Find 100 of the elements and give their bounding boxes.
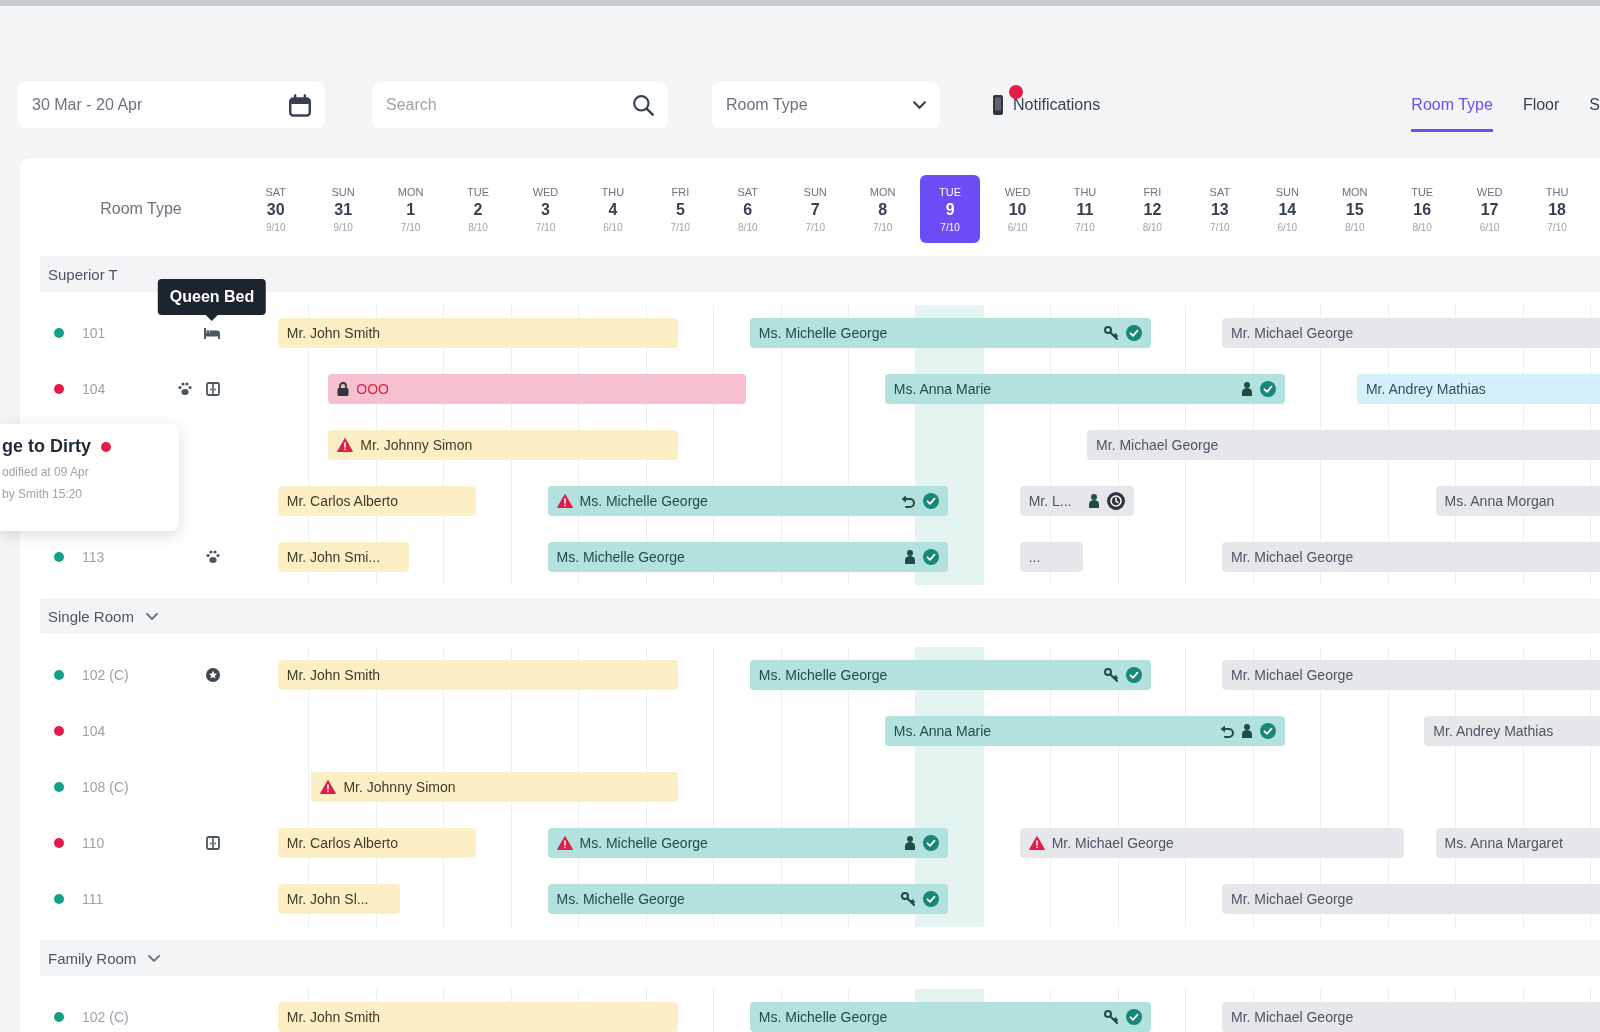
undo-arrow-icon — [1220, 724, 1235, 738]
chevron-icon[interactable] — [148, 954, 161, 962]
booking-bar[interactable]: Mr. Johnny Simon — [328, 430, 679, 460]
undo-arrow-icon — [901, 494, 916, 508]
calendar-icon[interactable] — [289, 93, 311, 117]
room-number: 111 — [82, 891, 104, 907]
booking-bar[interactable]: Mr. Michael George — [1222, 1002, 1600, 1032]
booking-bar[interactable]: Ms. Anna Marie — [884, 716, 1286, 746]
view-tab[interactable]: Room Type — [1411, 82, 1493, 132]
day-header[interactable]: MON 15 8/10 — [1321, 175, 1389, 243]
room-number: 104 — [82, 381, 106, 397]
tooltip: Queen Bed — [157, 279, 267, 321]
booking-bar[interactable]: Ms. Michelle George — [547, 828, 949, 858]
day-header[interactable]: THU 4 6/10 — [579, 175, 647, 243]
room-number: 102 (C) — [82, 667, 129, 683]
day-header[interactable]: TUE 16 8/10 — [1388, 175, 1456, 243]
room-number: 110 — [82, 835, 105, 851]
key-icon — [1103, 1010, 1118, 1024]
search-icon[interactable] — [632, 94, 654, 116]
notifications-button[interactable]: Notifications — [993, 95, 1101, 115]
person-icon — [905, 836, 916, 850]
day-header[interactable]: FRI 5 7/10 — [646, 175, 715, 243]
room-number: 108 (C) — [82, 779, 129, 795]
booking-bar[interactable]: Ms. Michelle George — [749, 318, 1151, 348]
search-field[interactable]: Search — [372, 82, 668, 128]
day-header[interactable]: SUN 14 6/10 — [1253, 175, 1321, 243]
paw-icon[interactable] — [206, 550, 220, 564]
booking-bar[interactable]: Mr. John Smi... — [277, 542, 409, 572]
bed-icon[interactable] — [204, 327, 220, 339]
booking-bar[interactable]: Mr. John Smith — [277, 1002, 679, 1032]
check-circle-icon — [1260, 723, 1277, 739]
day-header[interactable]: THU 18 7/10 — [1523, 175, 1591, 243]
day-header[interactable]: SAT 13 7/10 — [1186, 175, 1254, 243]
booking-bar[interactable]: Mr. L... — [1019, 486, 1134, 516]
popup-detail: by Smith 15:20 — [2, 487, 84, 501]
booking-bar[interactable]: Mr. Michael George — [1019, 828, 1404, 858]
person-icon — [1088, 494, 1099, 508]
group-name: Superior T — [48, 265, 118, 283]
person-icon — [1242, 382, 1253, 396]
check-circle-icon — [923, 549, 940, 565]
key-icon — [901, 892, 916, 906]
door-icon[interactable] — [206, 836, 220, 850]
booking-bar[interactable]: Mr. Johnny Simon — [311, 772, 679, 802]
booking-bar[interactable]: Ms. Anna Morgan — [1435, 486, 1600, 516]
booking-bar[interactable]: Mr. Carlos Alberto — [277, 486, 477, 516]
booking-bar[interactable]: Mr. Michael George — [1222, 542, 1600, 572]
booking-bar[interactable]: Mr. Andrey Mathias — [1424, 716, 1600, 746]
booking-bar[interactable]: ... — [1019, 542, 1084, 572]
booking-bar[interactable]: Ms. Michelle George — [749, 660, 1151, 690]
star-icon[interactable] — [206, 668, 220, 682]
day-header[interactable]: SAT 6 8/10 — [714, 175, 782, 243]
day-header[interactable]: THU 11 7/10 — [1051, 175, 1119, 243]
check-circle-icon — [923, 493, 940, 509]
booking-bar[interactable]: Ms. Michelle George — [547, 542, 949, 572]
person-icon — [905, 550, 916, 564]
check-circle-icon — [923, 835, 940, 851]
door-icon[interactable] — [206, 382, 220, 396]
booking-bar[interactable]: Mr. Andrey Mathias — [1356, 374, 1600, 404]
day-header[interactable]: FRI 12 8/10 — [1118, 175, 1187, 243]
booking-bar[interactable]: Ms. Michelle George — [547, 486, 949, 516]
room-type-dropdown[interactable]: Room Type — [712, 82, 940, 128]
booking-bar[interactable]: Ms. Anna Marie — [884, 374, 1286, 404]
column-header: Room Type — [100, 200, 182, 218]
booking-bar[interactable]: Mr. Michael George — [1222, 318, 1600, 348]
booking-bar[interactable]: Mr. John Sl... — [277, 884, 401, 914]
booking-bar[interactable]: Mr. John Smith — [277, 318, 679, 348]
booking-bar[interactable]: Ms. Michelle George — [749, 1002, 1151, 1032]
date-range-field[interactable]: 30 Mar - 20 Apr — [18, 82, 325, 128]
lock-icon — [337, 382, 350, 396]
caret-icon — [913, 101, 926, 109]
view-tab[interactable]: Floor — [1522, 82, 1560, 132]
check-circle-icon — [1125, 1009, 1142, 1025]
booking-bar[interactable]: Mr. John Smith — [277, 660, 679, 690]
popup-title: ge to Dirty — [2, 436, 91, 457]
check-circle-icon — [1125, 667, 1142, 683]
check-circle-icon — [923, 891, 940, 907]
day-header[interactable]: MON 8 7/10 — [848, 175, 917, 243]
day-header[interactable]: TUE 9 7/10 — [920, 175, 980, 243]
day-header[interactable]: MON 1 7/10 — [376, 175, 445, 243]
day-header[interactable]: WED 3 7/10 — [511, 175, 580, 243]
booking-bar[interactable]: Ms. Michelle George — [547, 884, 949, 914]
day-header[interactable]: TUE 2 8/10 — [444, 175, 512, 243]
day-header[interactable]: SAT 30 9/10 — [242, 175, 310, 243]
booking-bar[interactable]: Mr. Michael George — [1222, 884, 1600, 914]
room-number: 102 (C) — [82, 1009, 129, 1025]
booking-bar[interactable]: Ms. Anna Margaret — [1435, 828, 1600, 858]
booking-bar[interactable]: Mr. Michael George — [1222, 660, 1600, 690]
paw-icon[interactable] — [178, 382, 192, 396]
day-header[interactable]: WED 10 6/10 — [983, 175, 1052, 243]
day-header[interactable]: SUN 7 7/10 — [781, 175, 849, 243]
popup-detail: odified at 09 Apr — [2, 465, 90, 479]
group-name: Family Room — [48, 949, 137, 967]
check-circle-icon — [1125, 325, 1142, 341]
booking-bar[interactable]: Mr. Michael George — [1087, 430, 1600, 460]
day-header[interactable]: WED 17 6/10 — [1455, 175, 1524, 243]
booking-bar[interactable]: Mr. Carlos Alberto — [277, 828, 477, 858]
view-tab[interactable]: S — [1589, 82, 1600, 132]
key-icon — [1103, 326, 1118, 340]
day-header[interactable]: SUN 31 9/10 — [309, 175, 377, 243]
chevron-icon[interactable] — [145, 612, 158, 620]
